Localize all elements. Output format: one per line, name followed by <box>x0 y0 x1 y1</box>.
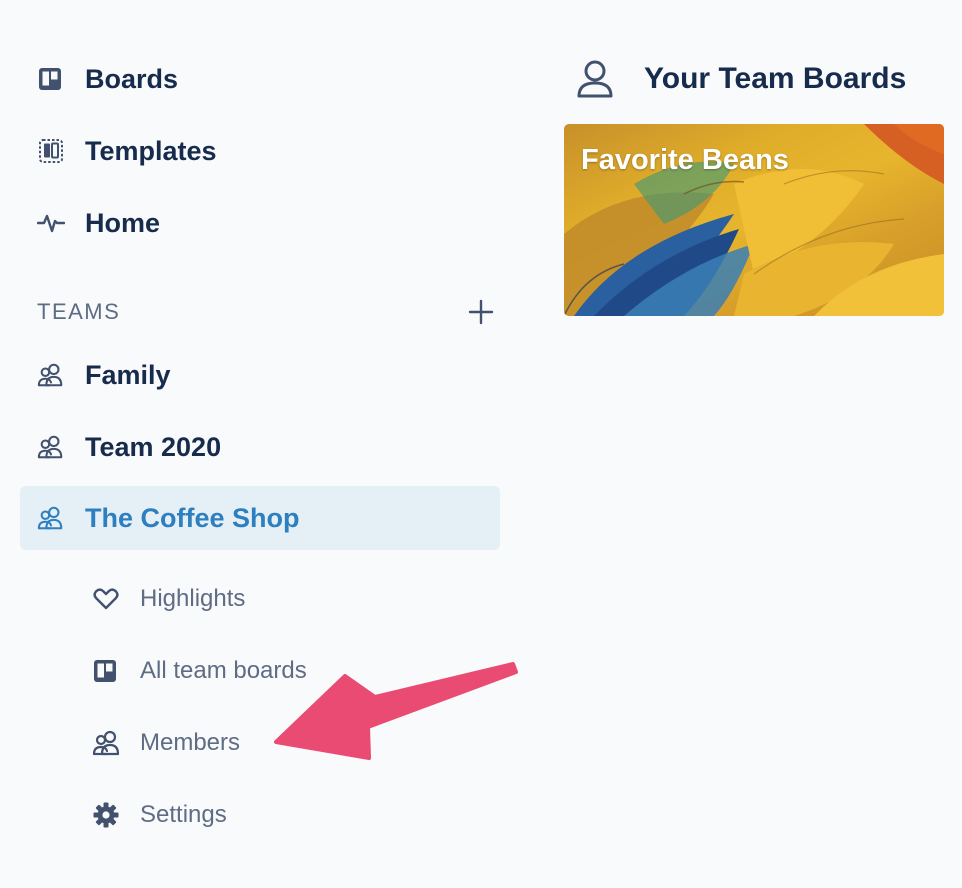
main-content: Your Team Boards Favorite Beans <box>564 0 962 888</box>
team-family-label: Family <box>85 359 171 390</box>
add-team-button[interactable] <box>465 296 497 328</box>
team-sub-settings-label: Settings <box>140 801 227 828</box>
nav-home-label: Home <box>85 207 161 238</box>
gear-icon <box>92 800 122 830</box>
nav-home[interactable]: Home <box>20 191 500 255</box>
team-coffee-shop-label: The Coffee Shop <box>85 502 300 533</box>
teams-header: TEAMS <box>37 292 497 332</box>
sidebar: Boards Templates Home TEAMS Family Team … <box>0 0 520 888</box>
team-sub-all-boards-label: All team boards <box>140 657 307 684</box>
nav-boards[interactable]: Boards <box>20 47 500 111</box>
activity-icon <box>37 209 65 237</box>
team-icon <box>37 361 65 389</box>
board-title: Favorite Beans <box>581 144 789 176</box>
teams-title: TEAMS <box>37 299 121 324</box>
board-tile-favorite-beans[interactable]: Favorite Beans <box>564 124 944 316</box>
team-sub-highlights-label: Highlights <box>140 585 246 612</box>
team-item-the-coffee-shop[interactable]: The Coffee Shop <box>20 486 500 550</box>
main-title: Your Team Boards <box>644 62 907 95</box>
team-sub-all-team-boards[interactable]: All team boards <box>92 643 492 699</box>
team-icon <box>37 504 65 532</box>
main-header: Your Team Boards <box>576 56 906 102</box>
team-item-family[interactable]: Family <box>20 343 500 407</box>
team-sub-settings[interactable]: Settings <box>92 787 492 843</box>
nav-boards-label: Boards <box>85 63 179 94</box>
heart-icon <box>92 584 122 614</box>
nav-templates-label: Templates <box>85 135 217 166</box>
board-icon <box>37 65 65 93</box>
board-icon <box>92 656 122 686</box>
team-item-team-2020[interactable]: Team 2020 <box>20 415 500 479</box>
team-icon <box>92 728 122 758</box>
team-sub-members[interactable]: Members <box>92 715 492 771</box>
team-2020-label: Team 2020 <box>85 431 222 462</box>
plus-icon <box>468 299 494 325</box>
team-icon <box>37 433 65 461</box>
person-icon <box>577 60 613 98</box>
nav-templates[interactable]: Templates <box>20 119 500 183</box>
team-sub-highlights[interactable]: Highlights <box>92 571 492 627</box>
template-icon <box>37 137 65 165</box>
team-sub-members-label: Members <box>140 729 241 756</box>
